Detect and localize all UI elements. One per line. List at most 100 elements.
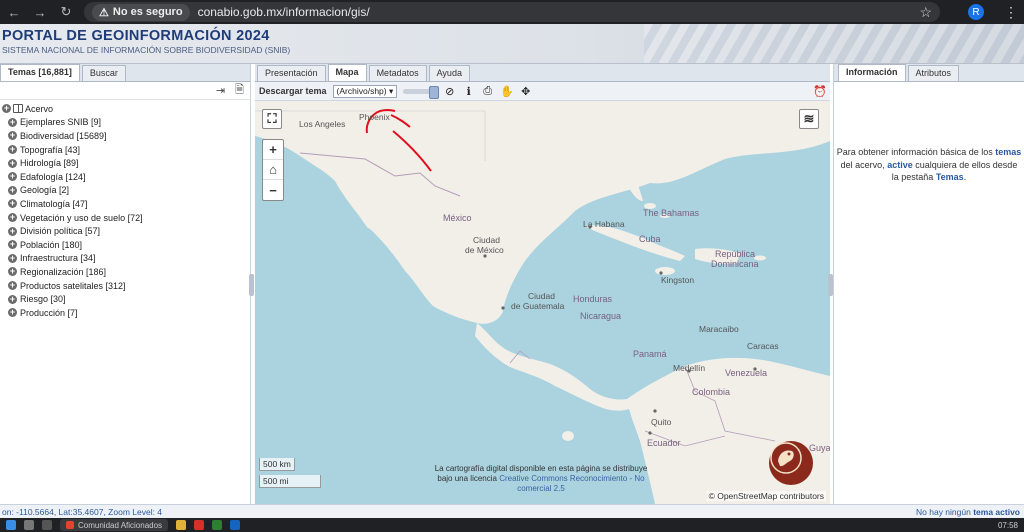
tree-item[interactable]: + Biodiversidad [15689] [2,129,250,143]
security-badge[interactable]: ⚠ No es seguro [92,3,190,21]
tab-mapa[interactable]: Mapa [327,64,367,81]
home-button[interactable]: ⌂ [263,160,283,180]
info-text-end: . [963,172,967,182]
main-layout: Temas [16,881] Buscar ⇥ 🗎 + Acervo + Ejem… [0,64,1024,504]
excel-icon[interactable] [212,520,223,530]
expand-icon[interactable]: + [8,294,17,304]
scale-km: 500 km [259,458,295,471]
profile-avatar[interactable]: R [968,4,984,20]
tree-item-label: Edafología [124] [20,171,86,182]
task-view-icon[interactable] [42,520,52,530]
tree-item[interactable]: + División política [57] [2,224,250,238]
opacity-slider[interactable] [403,85,440,99]
tree-item[interactable]: + Riesgo [30] [2,292,250,306]
center-panel: Presentación Mapa Metadatos Ayuda Descar… [255,64,830,504]
map-label-medellin: Medellín [673,363,706,373]
tab-metadatos[interactable]: Metadatos [368,65,427,81]
tree-item-label: Biodiversidad [15689] [20,130,107,141]
pan-hand-icon[interactable]: ✋ [500,85,514,98]
scale-mi: 500 mi [259,475,321,488]
expand-icon[interactable]: + [8,308,17,318]
expand-icon[interactable]: + [8,117,17,127]
expand-icon[interactable]: + [8,240,17,250]
tree-root[interactable]: + Acervo [2,102,250,116]
layers-button[interactable]: ≋ [799,109,819,129]
map-label-guyana: Guyana [809,443,830,453]
tree-item-label: Climatología [47] [20,198,88,209]
tree-item[interactable]: + Geología [2] [2,184,250,198]
tab-informacion[interactable]: Información [838,64,906,81]
tree-item-label: Población [180] [20,239,83,250]
taskbar-app[interactable]: Comunidad Aficionados [60,519,169,531]
app-icon [66,521,74,529]
zoom-out-button[interactable]: − [263,180,283,200]
tree-item[interactable]: + Hidrología [89] [2,156,250,170]
expand-icon[interactable]: + [8,226,17,236]
expand-icon[interactable]: + [8,281,17,291]
tree-item[interactable]: + Ejemplares SNIB [9] [2,116,250,130]
expand-icon[interactable]: + [8,199,17,209]
tree-item-label: Regionalización [186] [20,266,107,277]
download-format-select[interactable]: (Archivo/shp) ▾ [332,84,398,98]
expand-icon[interactable]: + [8,185,17,195]
browser-menu-icon[interactable]: ⋮ [1004,4,1018,21]
tree-item[interactable]: + Topografía [43] [2,143,250,157]
export-icon[interactable]: ⇥ [216,84,225,97]
zoom-in-button[interactable]: + [263,140,283,160]
os-taskbar: Comunidad Aficionados 07:58 [0,518,1024,532]
tree-item[interactable]: + Climatología [47] [2,197,250,211]
expand-icon[interactable]: + [2,104,11,114]
word-icon[interactable] [230,520,241,530]
tab-atributos[interactable]: Atributos [907,65,960,81]
tab-presentacion[interactable]: Presentación [257,65,326,81]
tree-item[interactable]: + Vegetación y uso de suelo [72] [2,211,250,225]
fullscreen-arrows-icon[interactable]: ✥ [519,85,532,98]
expand-icon[interactable]: + [8,131,17,141]
right-panel: Información Atributos Para obtener infor… [833,64,1024,504]
tab-temas[interactable]: Temas [16,881] [0,64,80,81]
osm-attribution[interactable]: © OpenStreetMap contributors [706,491,826,501]
alarm-icon[interactable]: ⏰ [813,85,827,98]
url-text[interactable]: conabio.gob.mx/informacion/gis/ [198,5,370,19]
expand-icon[interactable]: + [8,213,17,223]
fullscreen-button[interactable]: ⛶ [262,109,282,129]
address-bar[interactable]: ⚠ No es seguro conabio.gob.mx/informacio… [84,2,940,22]
back-icon[interactable]: ← [6,5,22,20]
reload-icon[interactable]: ↻ [58,4,74,20]
map-label-bahamas: The Bahamas [643,208,700,218]
clear-selection-icon[interactable]: ⊘ [443,85,456,98]
tree-item-label: Geología [2] [20,185,70,196]
expand-icon[interactable]: + [8,145,17,155]
document-icon[interactable]: 🗎 [235,81,244,100]
map-canvas[interactable]: Los Angeles Phoenix México Ciudad de Méx… [255,101,830,504]
chrome-icon[interactable] [194,520,205,530]
forward-icon[interactable]: → [32,5,48,20]
expand-icon[interactable]: + [8,158,17,168]
tab-ayuda[interactable]: Ayuda [428,65,470,81]
tab-buscar[interactable]: Buscar [81,65,126,81]
tree-item[interactable]: + Población [180] [2,238,250,252]
bookmark-star-icon[interactable]: ☆ [919,4,932,21]
collapse-left-handle[interactable] [249,274,254,296]
theme-tree: + Acervo + Ejemplares SNIB [9] + Biodivers… [0,100,250,320]
tree-item[interactable]: + Regionalización [186] [2,265,250,279]
map-label-panama: Panamá [633,349,667,359]
taskbar-app-label: Comunidad Aficionados [78,520,163,530]
tree-item[interactable]: + Infraestructura [34] [2,252,250,266]
search-icon[interactable] [24,520,34,530]
expand-icon[interactable]: + [8,172,17,182]
tree-root-label: Acervo [25,103,54,114]
expand-icon[interactable]: + [8,253,17,263]
info-text-temas: temas [995,147,1022,157]
map-label-kingston: Kingston [661,275,695,285]
left-tabs: Temas [16,881] Buscar [0,64,250,82]
folder-icon[interactable] [176,520,187,530]
print-icon[interactable]: ⎙ [481,85,494,98]
info-icon[interactable]: ℹ [462,85,475,98]
windows-start-icon[interactable] [6,520,16,530]
tree-item[interactable]: + Producción [7] [2,306,250,320]
tree-item[interactable]: + Productos satelitales [312] [2,279,250,293]
license-link[interactable]: Creative Commons Reconocimiento - No com… [499,474,644,493]
expand-icon[interactable]: + [8,267,17,277]
tree-item[interactable]: + Edafología [124] [2,170,250,184]
